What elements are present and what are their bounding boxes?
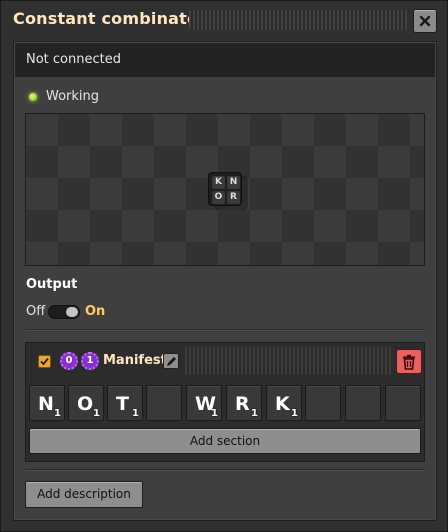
signal-section: 0 1 Manifest N 1 O 1 T 1 W 1 R 1 K 1 Add… bbox=[25, 342, 425, 462]
signal-count: 1 bbox=[93, 408, 100, 419]
signal-count: 1 bbox=[251, 408, 258, 419]
signal-count: 1 bbox=[132, 408, 139, 419]
signal-slot[interactable]: T 1 bbox=[107, 385, 143, 421]
status-indicator-icon bbox=[29, 93, 37, 101]
close-button[interactable] bbox=[413, 9, 437, 33]
window-title: Constant combinator bbox=[13, 9, 207, 28]
connection-status: Not connected bbox=[26, 52, 121, 67]
combinator-entity-icon: K N O R bbox=[208, 172, 242, 206]
entity-letter: R bbox=[227, 191, 240, 204]
signal-slot[interactable]: K 1 bbox=[266, 385, 302, 421]
entity-preview: K N O R bbox=[25, 113, 425, 266]
divider bbox=[25, 329, 425, 331]
pencil-icon bbox=[167, 357, 176, 366]
output-heading: Output bbox=[26, 277, 78, 292]
output-toggle-row: Off On bbox=[26, 304, 226, 320]
trash-icon bbox=[403, 354, 415, 370]
signal-slot[interactable]: W 1 bbox=[186, 385, 222, 421]
add-description-button[interactable]: Add description bbox=[25, 481, 143, 508]
toggle-off-label: Off bbox=[26, 304, 46, 319]
signal-badge-0: 0 bbox=[60, 352, 78, 370]
signal-count: 1 bbox=[291, 408, 298, 419]
drag-handle[interactable] bbox=[189, 10, 407, 30]
signal-letter: N bbox=[38, 393, 54, 415]
delete-section-button[interactable] bbox=[396, 349, 422, 374]
close-icon bbox=[419, 15, 431, 27]
entity-letter: K bbox=[212, 176, 225, 189]
working-status-label: Working bbox=[46, 89, 100, 104]
signal-slot[interactable]: R 1 bbox=[226, 385, 262, 421]
constant-combinator-window: Constant combinator Not connected Workin… bbox=[0, 0, 448, 532]
title-bar[interactable]: Constant combinator bbox=[1, 1, 447, 39]
signal-slot[interactable] bbox=[146, 385, 182, 421]
toggle-knob bbox=[66, 307, 78, 317]
entity-letter: O bbox=[212, 191, 225, 204]
check-icon bbox=[40, 357, 49, 366]
toggle-on-label: On bbox=[85, 304, 106, 319]
signal-letter: O bbox=[77, 393, 94, 415]
signal-slot[interactable] bbox=[385, 385, 421, 421]
add-section-button[interactable]: Add section bbox=[29, 428, 421, 454]
combinator-panel: Not connected Working K N O R Output Off… bbox=[13, 41, 437, 521]
section-drag-handle[interactable] bbox=[185, 347, 391, 375]
entity-letter: N bbox=[227, 176, 240, 189]
section-enabled-checkbox[interactable] bbox=[38, 355, 51, 368]
edit-section-name-button[interactable] bbox=[163, 353, 179, 369]
signal-letter: K bbox=[275, 393, 290, 415]
divider bbox=[25, 469, 425, 471]
section-name: Manifest bbox=[103, 353, 167, 368]
signal-slot[interactable] bbox=[305, 385, 341, 421]
signal-slot[interactable] bbox=[345, 385, 381, 421]
signal-letter: R bbox=[235, 393, 250, 415]
signal-slot[interactable]: O 1 bbox=[68, 385, 104, 421]
signal-count: 1 bbox=[54, 408, 61, 419]
signal-slot[interactable]: N 1 bbox=[29, 385, 65, 421]
signal-slots: N 1 O 1 T 1 W 1 R 1 K 1 bbox=[29, 385, 423, 423]
connection-status-bar: Not connected bbox=[15, 43, 435, 77]
signal-letter: T bbox=[116, 393, 129, 415]
section-header: 0 1 Manifest bbox=[26, 343, 424, 379]
signal-count: 1 bbox=[211, 408, 218, 419]
signal-badge-1: 1 bbox=[81, 352, 99, 370]
output-toggle-switch[interactable] bbox=[48, 305, 80, 319]
